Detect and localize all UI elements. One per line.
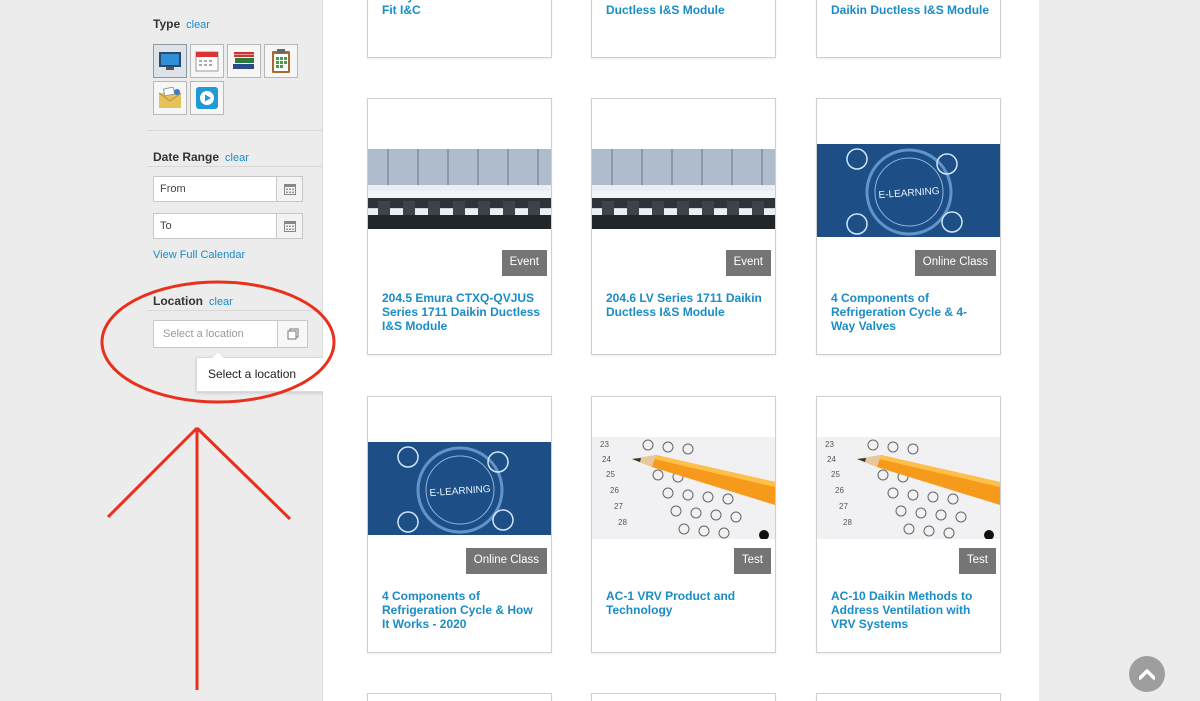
location-select[interactable]: Select a location (153, 320, 308, 348)
type-books-button[interactable] (227, 44, 261, 78)
svg-text:25: 25 (831, 470, 840, 479)
course-title: 204.6 LV Series 1711 Daikin Ductless I&S… (606, 291, 762, 319)
type-calendar-button[interactable] (190, 44, 224, 78)
svg-text:24: 24 (827, 455, 836, 464)
location-heading: Location clear (153, 294, 233, 308)
svg-text:28: 28 (618, 518, 627, 527)
date-range-clear-link[interactable]: clear (225, 152, 249, 164)
course-card[interactable]: 2 Day/4 Hour Virtual Daikin Fit I&C (367, 0, 552, 58)
divider (147, 166, 323, 167)
course-title: 4 Components of Refrigeration Cycle & Ho… (382, 589, 533, 631)
course-card[interactable]: E-LEARNING Online Class 4 Components of … (816, 98, 1001, 355)
course-type-badge: Online Class (465, 548, 547, 574)
date-to-field[interactable]: To (153, 213, 303, 239)
svg-text:27: 27 (839, 502, 848, 511)
date-from-placeholder: From (160, 183, 186, 195)
course-card[interactable]: 204.4 Floor Model 1711 Daikin Ductless I… (816, 0, 1001, 58)
svg-text:26: 26 (610, 486, 619, 495)
calendar-icon (283, 221, 296, 232)
svg-text:26: 26 (835, 486, 844, 495)
course-title: 204.5 Emura CTXQ-QVJUS Series 1711 Daiki… (382, 291, 541, 333)
calendar-icon (283, 184, 296, 195)
svg-text:23: 23 (825, 440, 834, 449)
location-picker-button[interactable] (277, 321, 307, 347)
type-monitor-button[interactable] (153, 44, 187, 78)
svg-text:23: 23 (600, 440, 609, 449)
location-clear-link[interactable]: clear (209, 296, 233, 308)
chevron-up-icon (1139, 669, 1155, 680)
date-range-heading: Date Range clear (153, 150, 249, 164)
svg-text:24: 24 (602, 455, 611, 464)
type-clipboard-button[interactable] (264, 44, 298, 78)
course-title: 204.3 19 Series 1711 Daikin Ductless I&S… (606, 0, 761, 17)
date-from-field[interactable]: From (153, 176, 303, 202)
elearning-image: E-LEARNING (817, 144, 1000, 237)
course-card[interactable]: Event 204.5 Emura CTXQ-QVJUS Series 1711… (367, 98, 552, 355)
books-icon (233, 52, 254, 69)
svg-text:25: 25 (606, 470, 615, 479)
svg-text:27: 27 (614, 502, 623, 511)
course-title: 204.4 Floor Model 1711 Daikin Ductless I… (831, 0, 990, 17)
course-title: AC-10 Daikin Methods to Address Ventilat… (831, 589, 973, 631)
course-type-badge: Event (501, 250, 547, 276)
location-tooltip: Select a location (196, 351, 327, 392)
clipboard-icon (272, 49, 290, 73)
course-card[interactable]: 204.3 19 Series 1711 Daikin Ductless I&S… (591, 0, 776, 58)
course-title: 4 Components of Refrigeration Cycle & 4-… (831, 291, 968, 333)
calendar-icon (195, 51, 219, 72)
course-card[interactable] (816, 693, 1001, 701)
date-to-picker-button[interactable] (276, 214, 302, 238)
filter-sidebar: Type clear Date Range clear From To View F… (0, 0, 327, 701)
course-card[interactable]: E-LEARNING Online Class 4 Components of … (367, 396, 552, 653)
classroom-image (368, 149, 551, 229)
view-full-calendar-link[interactable]: View Full Calendar (153, 249, 245, 261)
location-placeholder: Select a location (163, 328, 244, 340)
monitor-icon (159, 52, 181, 70)
svg-text:28: 28 (843, 518, 852, 527)
divider (147, 310, 323, 311)
classroom-image (592, 149, 775, 229)
type-filter-heading: Type clear (153, 17, 210, 31)
course-type-badge: Event (725, 250, 771, 276)
test-sheet-image: 23 24 25 26 27 28 (592, 437, 775, 539)
course-type-badge: Test (958, 548, 996, 574)
type-video-button[interactable] (190, 81, 224, 115)
course-card[interactable]: 23 24 25 26 27 28 Test AC-10 Daikin Meth… (816, 396, 1001, 653)
course-title: 2 Day/4 Hour Virtual Daikin Fit I&C (382, 0, 535, 17)
course-type-badge: Online Class (914, 250, 996, 276)
date-from-picker-button[interactable] (276, 177, 302, 201)
scroll-to-top-button[interactable] (1129, 656, 1165, 692)
course-card[interactable] (591, 693, 776, 701)
course-card[interactable]: 23 24 25 26 27 28 Test AC-1 VRV Product … (591, 396, 776, 653)
right-gutter (1039, 0, 1200, 701)
elearning-image: E-LEARNING (368, 442, 551, 535)
type-clear-link[interactable]: clear (186, 19, 210, 31)
video-icon (196, 87, 218, 109)
course-type-badge: Test (733, 548, 771, 574)
envelope-icon (158, 87, 182, 108)
course-title: AC-1 VRV Product and Technology (606, 589, 736, 617)
course-card[interactable]: Event 204.6 LV Series 1711 Daikin Ductle… (591, 98, 776, 355)
divider (147, 130, 323, 131)
course-card[interactable] (367, 693, 552, 701)
test-sheet-image: 23 24 25 26 27 28 (817, 437, 1000, 539)
window-icon (287, 328, 298, 340)
date-to-placeholder: To (160, 220, 172, 232)
type-envelope-button[interactable] (153, 81, 187, 115)
